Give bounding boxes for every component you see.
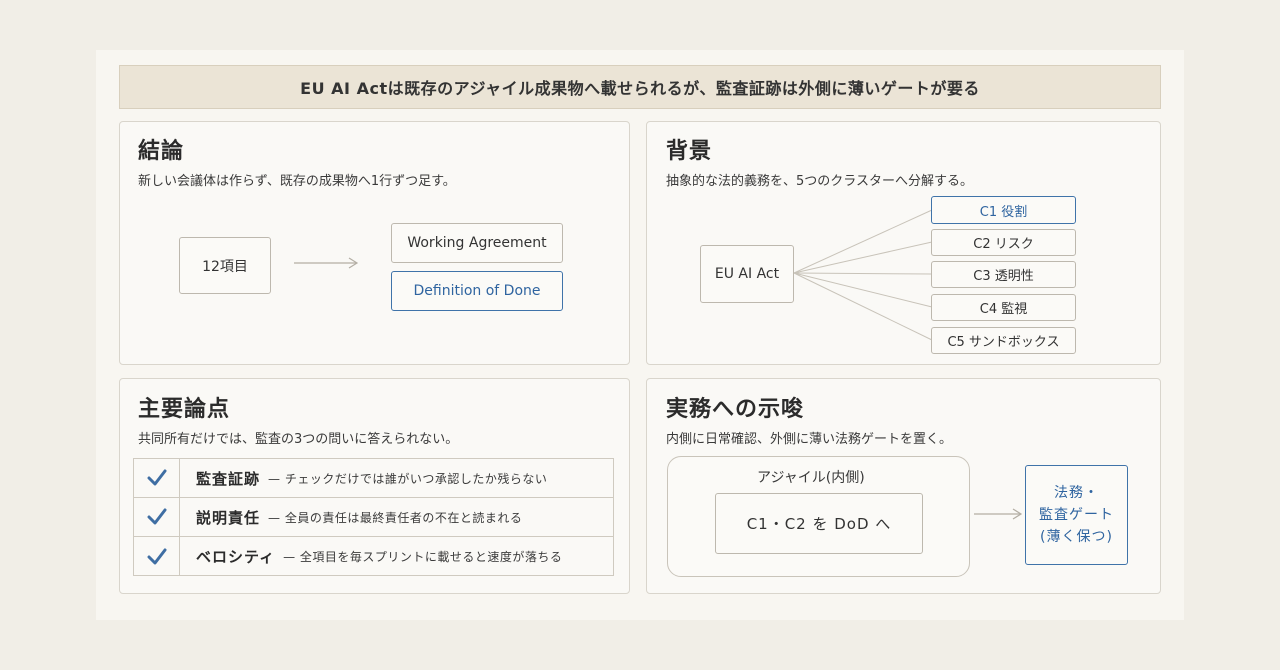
issue-key: 監査証跡 <box>196 469 261 488</box>
issues-subtitle: 共同所有だけでは、監査の3つの問いに答えられない。 <box>138 432 459 447</box>
cluster-c2-box: C2 リスク <box>931 229 1076 256</box>
issues-checklist: 監査証跡 — チェックだけでは誰がいつ承認したか残らない 説明責任 — 全員の責… <box>133 458 614 576</box>
list-item: 監査証跡 — チェックだけでは誰がいつ承認したか残らない <box>134 459 613 498</box>
legal-gate-line1: 法務・ <box>1054 485 1099 501</box>
issue-desc: — 全員の責任は最終責任者の不在と読まれる <box>268 510 523 525</box>
legal-gate-line3: (薄く保つ) <box>1040 529 1113 545</box>
implications-subtitle: 内側に日常確認、外側に薄い法務ゲートを置く。 <box>666 432 953 447</box>
legal-gate-box: 法務・ 監査ゲート (薄く保つ) <box>1025 465 1128 565</box>
cluster-c4-box: C4 監視 <box>931 294 1076 321</box>
checkmark-icon <box>134 498 180 536</box>
list-item: ベロシティ — 全項目を毎スプリントに載せると速度が落ちる <box>134 537 613 576</box>
issue-key: ベロシティ <box>196 548 276 566</box>
eu-ai-act-box: EU AI Act <box>700 245 794 303</box>
issue-desc: — チェックだけでは誰がいつ承認したか残らない <box>268 471 548 486</box>
checkmark-icon <box>134 537 180 576</box>
list-item: 説明責任 — 全員の責任は最終責任者の不在と読まれる <box>134 498 613 537</box>
cluster-c1-box: C1 役割 <box>931 196 1076 224</box>
checkmark-icon <box>134 459 180 497</box>
issue-desc: — 全項目を毎スプリントに載せると速度が落ちる <box>283 550 563 564</box>
agile-label: アジャイル(内側) <box>757 470 865 486</box>
arrow-icon <box>974 508 1023 520</box>
implications-title: 実務への示唆 <box>666 397 805 422</box>
legal-gate-line2: 監査ゲート <box>1039 507 1114 523</box>
issues-title: 主要論点 <box>138 397 231 422</box>
dod-inner-box: C1・C2 を DoD へ <box>715 493 923 554</box>
cluster-c3-box: C3 透明性 <box>931 261 1076 288</box>
cluster-c5-box: C5 サンドボックス <box>931 327 1076 354</box>
issue-key: 説明責任 <box>196 508 261 527</box>
